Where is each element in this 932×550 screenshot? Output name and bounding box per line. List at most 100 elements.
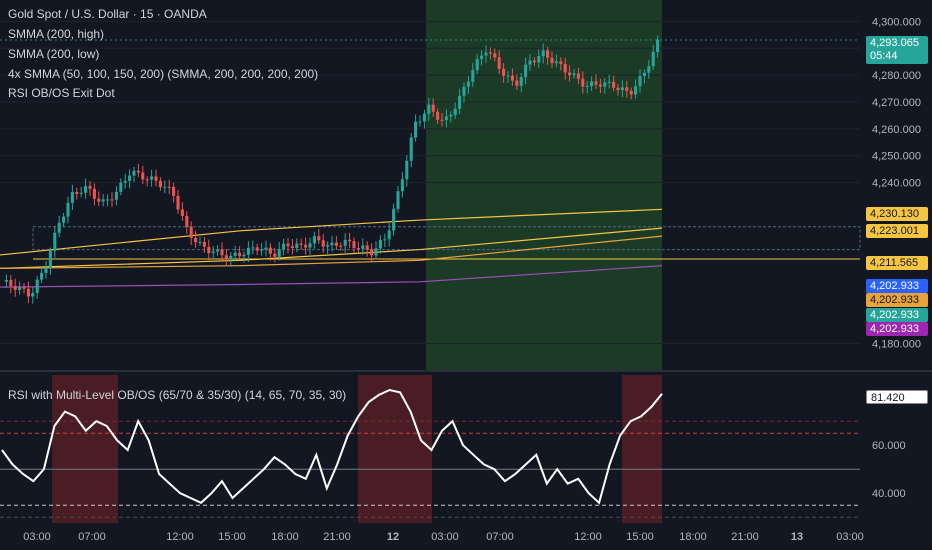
rsi-pane-title[interactable]: RSI with Multi-Level OB/OS (65/70 & 35/3…: [8, 388, 346, 402]
candle-body: [647, 66, 651, 73]
candle-body: [510, 75, 514, 81]
candle-body: [493, 53, 497, 58]
candle-body: [568, 72, 572, 76]
candle-body: [444, 116, 448, 121]
candle-body: [53, 232, 57, 251]
candle-body: [506, 75, 510, 77]
candle-body: [176, 195, 180, 210]
trading-chart[interactable]: 4,300.0004,290.0004,280.0004,270.0004,26…: [0, 0, 932, 550]
candle-body: [321, 240, 325, 247]
candle-body: [598, 84, 602, 87]
candle-body: [471, 70, 475, 82]
candle-body: [189, 226, 193, 238]
candle-body: [515, 80, 519, 86]
candle-body: [378, 239, 382, 249]
candle-body: [114, 191, 118, 200]
candle-body: [607, 81, 611, 83]
y-tick-label: 4,270.000: [872, 97, 921, 109]
candle-body: [541, 50, 545, 57]
candle-body: [101, 199, 105, 202]
candle-body: [484, 52, 488, 56]
y-tick-label: 4,300.000: [872, 16, 921, 28]
x-tick-label: 18:00: [679, 531, 707, 543]
candle-body: [365, 245, 369, 250]
candle-body: [264, 247, 268, 250]
candle-body: [348, 239, 352, 242]
candle-body: [308, 243, 312, 248]
candle-body: [13, 285, 17, 290]
candle-body: [537, 56, 541, 63]
candle-body: [634, 86, 638, 95]
candle-body: [22, 287, 26, 289]
y-tick-label: 4,240.000: [872, 177, 921, 189]
indicator-smma-low[interactable]: SMMA (200, low): [8, 47, 99, 61]
candle-body: [431, 104, 435, 112]
symbol-title[interactable]: Gold Spot / U.S. Dollar · 15 · OANDA: [8, 7, 207, 21]
current-price-value: 4,293.065: [870, 37, 919, 49]
indicator-smma-high[interactable]: SMMA (200, high): [8, 27, 104, 41]
candle-body: [35, 279, 39, 294]
candle-body: [282, 243, 286, 250]
candle-body: [532, 60, 536, 63]
candle-body: [427, 104, 431, 114]
candle-body: [550, 57, 554, 64]
candle-body: [453, 108, 457, 115]
candle-body: [502, 68, 506, 76]
candle-body: [396, 191, 400, 209]
candle-body: [405, 160, 409, 180]
x-tick-label: 03:00: [836, 531, 864, 543]
candle-body: [304, 244, 308, 248]
candle-body: [638, 76, 642, 87]
candle-body: [110, 199, 114, 201]
candle-body: [312, 236, 316, 244]
candle-body: [172, 186, 176, 196]
candle-body: [629, 90, 633, 95]
y-tick-label: 4,250.000: [872, 151, 921, 163]
candle-body: [352, 241, 356, 249]
candle-body: [150, 176, 154, 180]
candle-body: [251, 247, 255, 249]
candle-body: [392, 208, 396, 231]
candle-body: [519, 77, 523, 86]
candle-body: [66, 202, 70, 217]
candle-body: [57, 222, 61, 233]
y-tick-label: 4,180.000: [872, 339, 921, 351]
candle-body: [233, 252, 237, 256]
rsi-value-tag: 81.420: [866, 390, 928, 404]
candle-body: [185, 216, 189, 227]
candle-body: [106, 199, 110, 201]
candle-body: [202, 242, 206, 247]
candle-body: [524, 64, 528, 78]
candle-body: [603, 82, 607, 87]
candle-body: [273, 253, 277, 257]
candle-body: [198, 242, 202, 244]
x-tick-label: 13: [791, 531, 803, 543]
indicator-4x-smma[interactable]: 4x SMMA (50, 100, 150, 200) (SMMA, 200, …: [8, 67, 318, 81]
candle-body: [563, 63, 567, 73]
candle-body: [211, 251, 215, 254]
candle-body: [440, 119, 444, 121]
rsi-overbought-zone: [622, 375, 662, 523]
rsi-y-tick-label: 60.000: [872, 440, 906, 452]
candle-body: [356, 248, 360, 250]
indicator-rsi-exit-dot[interactable]: RSI OB/OS Exit Dot: [8, 86, 115, 100]
candle-body: [79, 192, 83, 194]
x-tick-label: 03:00: [431, 531, 459, 543]
candle-body: [418, 121, 422, 123]
candle-body: [238, 252, 242, 257]
candle-body: [475, 58, 479, 71]
candle-body: [462, 86, 466, 96]
candle-body: [422, 113, 426, 122]
y-tick-label: 4,260.000: [872, 124, 921, 136]
candle-body: [330, 242, 334, 246]
candle-body: [576, 73, 580, 79]
indicator-price-tag: 4,223.001: [866, 224, 928, 238]
candle-body: [4, 279, 8, 282]
current-price-tag: 4,293.065 05:44: [866, 36, 928, 64]
candle-body: [88, 185, 92, 189]
candle-body: [216, 249, 220, 252]
candle-body: [383, 239, 387, 241]
candle-body: [339, 245, 343, 247]
candle-body: [40, 272, 44, 280]
candle-body: [488, 52, 492, 54]
